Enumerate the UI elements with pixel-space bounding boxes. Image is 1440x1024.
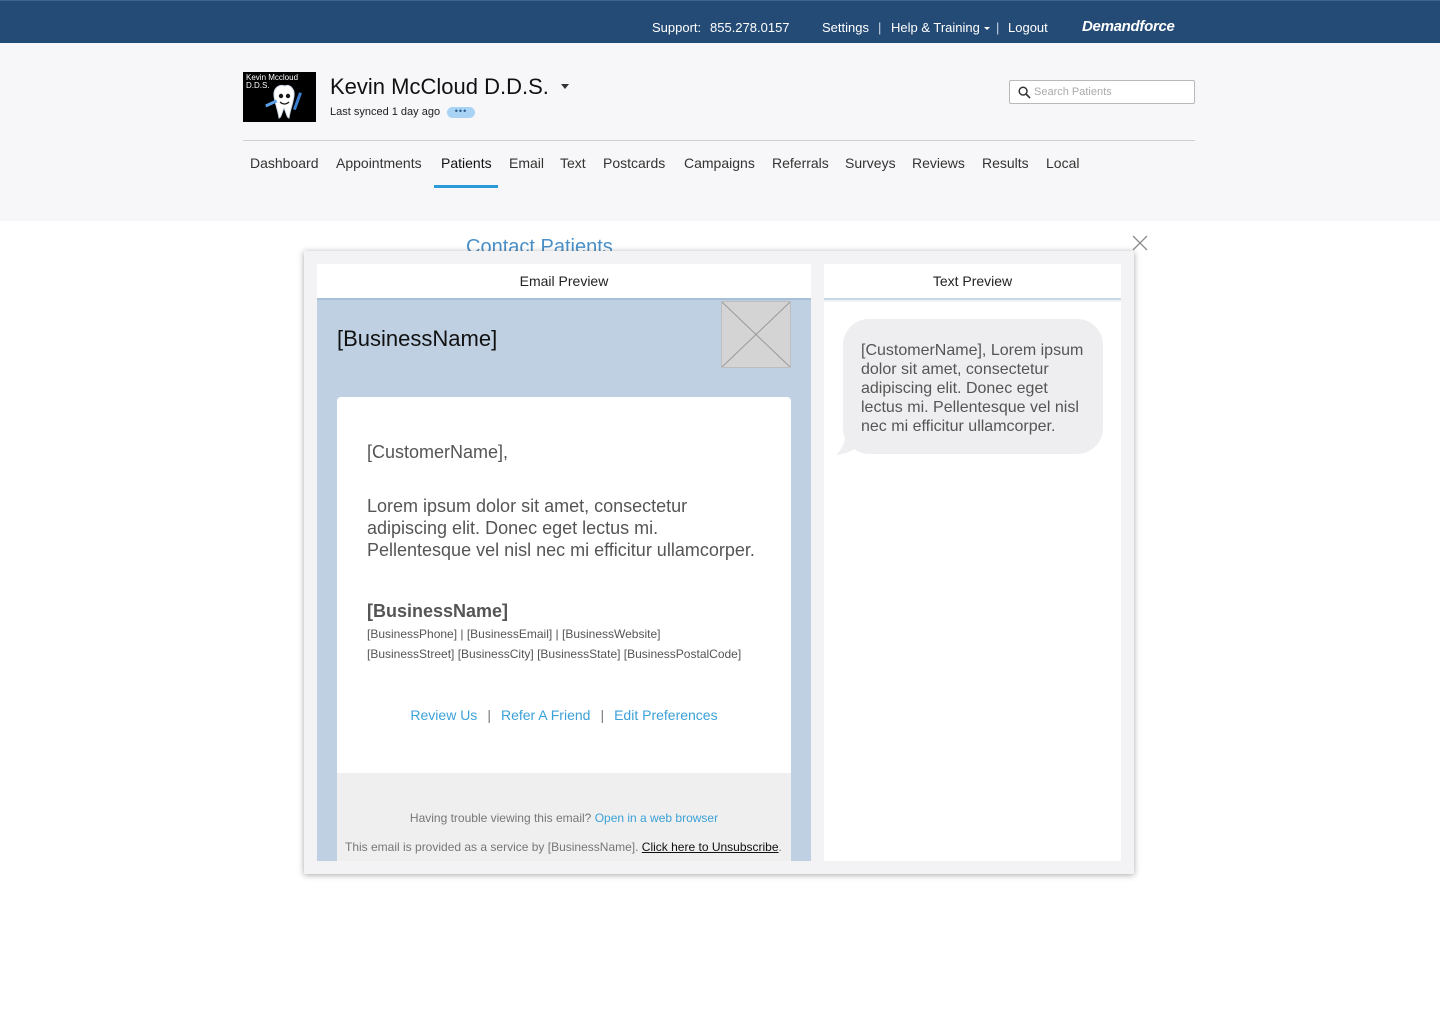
nav-reviews[interactable]: Reviews (912, 155, 965, 171)
nav-campaigns[interactable]: Campaigns (684, 155, 755, 171)
text-preview-heading: Text Preview (824, 264, 1121, 300)
nav-patients[interactable]: Patients (441, 155, 492, 171)
review-us-link[interactable]: Review Us (410, 707, 477, 723)
page-header (0, 43, 1440, 221)
email-body: Lorem ipsum dolor sit amet, consectetur … (367, 496, 755, 560)
chevron-down-icon[interactable] (561, 84, 569, 89)
open-in-browser-link[interactable]: Open in a web browser (595, 811, 718, 825)
practice-avatar[interactable]: Kevin Mccloud D.D.S. (243, 72, 316, 122)
email-preview-heading: Email Preview (317, 264, 811, 300)
email-links: Review Us | Refer A Friend | Edit Preference… (337, 707, 791, 723)
separator: | (487, 707, 491, 723)
header-divider (243, 140, 1195, 141)
image-placeholder (721, 301, 791, 368)
trouble-viewing-text: Having trouble viewing this email? Open … (409, 811, 719, 825)
signature-address: [BusinessStreet] [BusinessCity] [Busines… (367, 647, 742, 661)
nav-appointments[interactable]: Appointments (336, 155, 422, 171)
email-business-name: [BusinessName] (337, 326, 498, 351)
refer-friend-link[interactable]: Refer A Friend (501, 707, 591, 723)
signature-contact: [BusinessPhone] | [BusinessEmail] | [Bus… (367, 627, 661, 641)
image-placeholder-icon (721, 301, 791, 368)
search-patients[interactable] (1009, 80, 1195, 104)
search-icon (1018, 86, 1031, 99)
settings-link[interactable]: Settings (822, 20, 869, 35)
logout-link[interactable]: Logout (1008, 20, 1048, 35)
unsubscribe-link[interactable]: Click here to Unsubscribe (642, 840, 779, 854)
nav-referrals[interactable]: Referrals (772, 155, 829, 171)
support-label: Support: (652, 20, 702, 35)
support-phone[interactable]: 855.278.0157 (710, 20, 790, 35)
top-bar: Support: 855.278.0157 Settings | Help & … (0, 0, 1440, 43)
nav-dashboard[interactable]: Dashboard (250, 155, 319, 171)
demandforce-logo[interactable]: Demandforce (1082, 18, 1175, 35)
edit-preferences-link[interactable]: Edit Preferences (614, 707, 718, 723)
tooth-logo-icon (265, 85, 302, 119)
nav-postcards[interactable]: Postcards (603, 155, 665, 171)
nav-email[interactable]: Email (509, 155, 544, 171)
nav-results[interactable]: Results (982, 155, 1029, 171)
email-greeting: [CustomerName], (367, 442, 509, 462)
separator: | (996, 20, 1000, 35)
signature-name: [BusinessName] (367, 601, 509, 621)
help-training-label: Help & Training (891, 20, 980, 35)
more-options-button[interactable]: ••• (447, 107, 475, 118)
practice-name[interactable]: Kevin McCloud D.D.S. (330, 74, 549, 100)
close-icon[interactable] (1131, 234, 1149, 252)
active-tab-indicator (434, 185, 498, 188)
sync-status: Last synced 1 day ago (330, 106, 441, 118)
nav-local[interactable]: Local (1046, 155, 1079, 171)
nav-text[interactable]: Text (560, 155, 586, 171)
sms-message: [CustomerName], Lorem ipsum dolor sit am… (861, 342, 1084, 435)
separator: | (600, 707, 605, 723)
service-text: This email is provided as a service by [… (345, 840, 782, 854)
nav-surveys[interactable]: Surveys (845, 155, 896, 171)
help-training-menu[interactable]: Help & Training (891, 20, 990, 35)
chevron-down-icon (983, 27, 990, 31)
search-input[interactable] (1034, 84, 1190, 100)
separator: | (878, 20, 882, 35)
